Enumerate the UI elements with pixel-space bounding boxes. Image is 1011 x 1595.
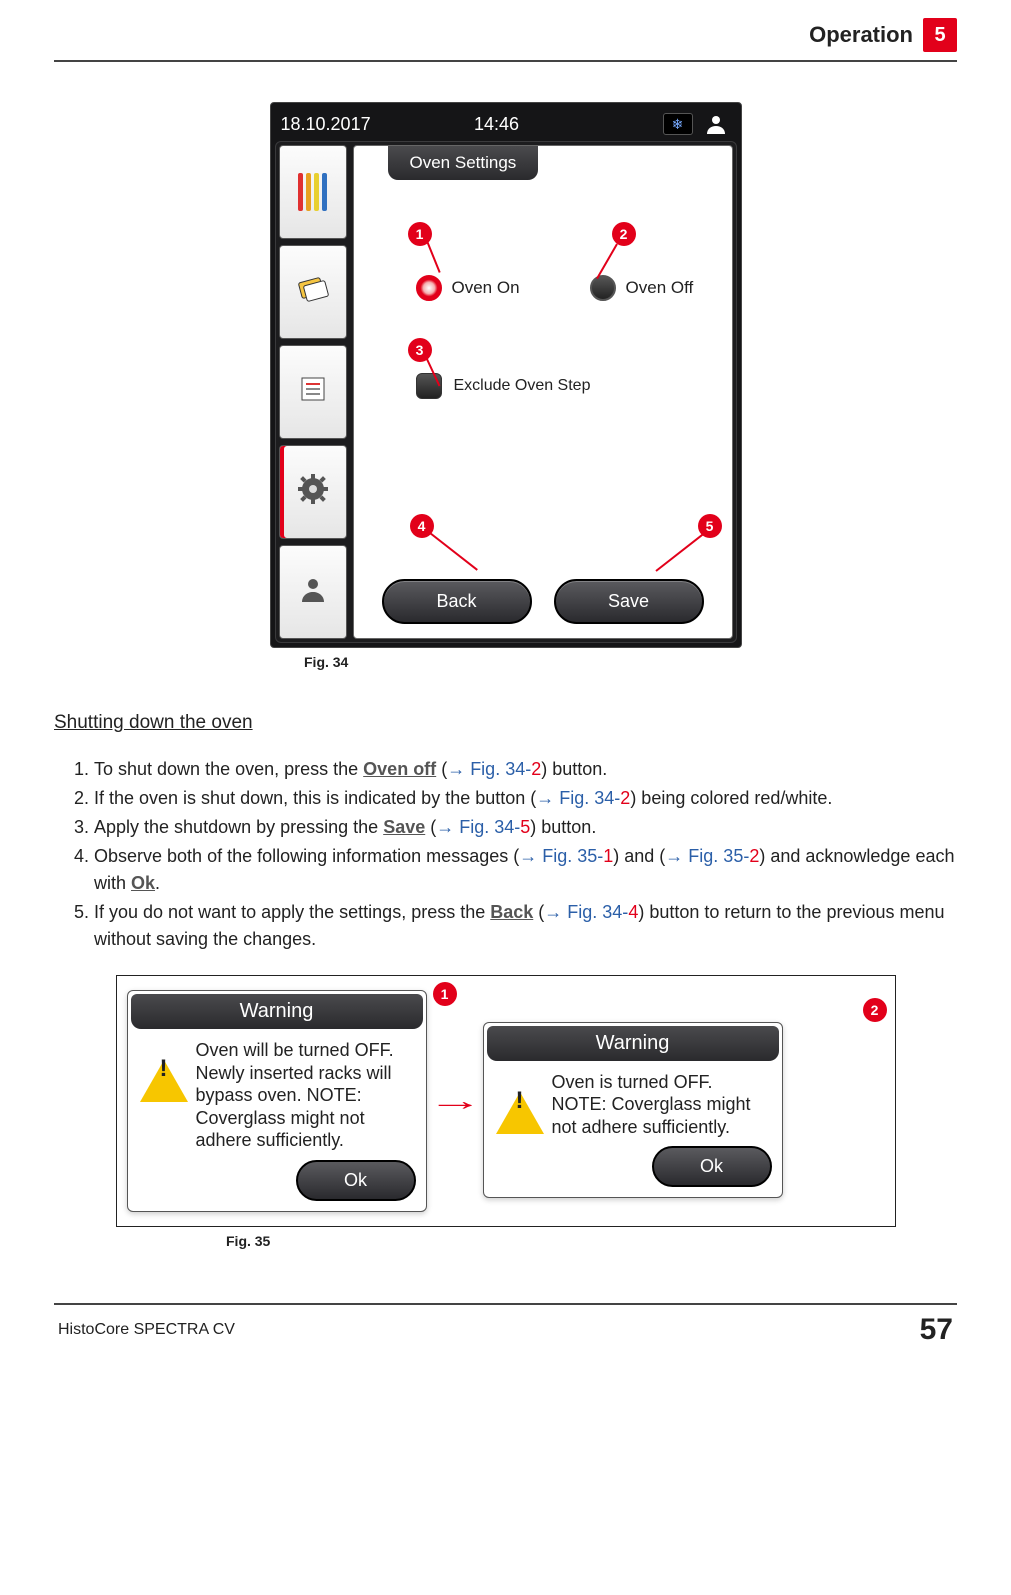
nav-user[interactable]: [279, 545, 347, 639]
step-5: If you do not want to apply the settings…: [94, 899, 957, 953]
oven-off-radio[interactable]: [590, 275, 616, 301]
gear-icon: [298, 474, 328, 511]
callout-line-5: [655, 533, 704, 572]
ok-ref: Ok: [131, 873, 155, 893]
warn-callout-2: 2: [863, 998, 887, 1022]
save-button[interactable]: Save: [554, 579, 704, 624]
fig34-caption: Fig. 34: [304, 654, 957, 670]
warnings-figure: 1 2 Warning Oven will be turned OFF. New…: [116, 975, 896, 1227]
section-title: Shutting down the oven: [54, 712, 957, 734]
footer-product: HistoCore SPECTRA CV: [58, 1321, 235, 1339]
callout-3: 3: [408, 338, 432, 362]
step-1: To shut down the oven, press the Oven of…: [94, 756, 957, 783]
nav-slides[interactable]: [279, 245, 347, 339]
back-ref: Back: [490, 902, 533, 922]
side-nav: [276, 142, 350, 642]
defrost-icon: ❄: [663, 113, 693, 135]
ok-button-2[interactable]: Ok: [652, 1146, 772, 1187]
ovenoff-ref: Oven off: [363, 759, 436, 779]
warning-title-1: Warning: [131, 994, 423, 1029]
warning-box-1: Warning Oven will be turned OFF. Newly i…: [127, 990, 427, 1212]
nav-settings[interactable]: [279, 445, 347, 539]
oven-on-radio[interactable]: [416, 275, 442, 301]
footer-page-number: 57: [920, 1313, 953, 1347]
oven-settings-panel: Oven Settings 1 2 3 4 5 O: [353, 145, 733, 639]
warning-text-2: Oven is turned OFF. NOTE: Coverglass mig…: [552, 1071, 770, 1139]
save-ref: Save: [383, 817, 425, 837]
user-nav-icon: [299, 576, 327, 609]
callout-4: 4: [410, 514, 434, 538]
slide-icon: [296, 272, 330, 313]
header-rule: [54, 60, 957, 62]
callout-line-2: [596, 244, 618, 280]
oven-off-label: Oven Off: [626, 278, 694, 298]
warning-text-1: Oven will be turned OFF. Newly inserted …: [196, 1039, 414, 1152]
color-bars-icon: [298, 173, 327, 211]
step-2: If the oven is shut down, this is indica…: [94, 785, 957, 812]
step-4: Observe both of the following informatio…: [94, 843, 957, 897]
panel-title: Oven Settings: [388, 146, 539, 180]
step-3: Apply the shutdown by pressing the Save …: [94, 814, 957, 841]
callout-line-4: [429, 532, 478, 571]
status-time: 14:46: [341, 114, 653, 135]
ok-button-1[interactable]: Ok: [296, 1160, 416, 1201]
device-frame: 18.10.2017 14:46 ❄: [270, 102, 742, 648]
list-icon: [299, 375, 327, 410]
arrow-right-icon: →: [427, 1085, 483, 1117]
callout-line-1: [426, 241, 441, 273]
nav-consumables[interactable]: [279, 145, 347, 239]
footer-rule: [54, 1303, 957, 1305]
user-icon: [701, 113, 731, 135]
header-section-title: Operation: [809, 22, 913, 48]
callout-1: 1: [408, 222, 432, 246]
status-bar: 18.10.2017 14:46 ❄: [275, 107, 737, 141]
exclude-oven-label: Exclude Oven Step: [454, 377, 591, 395]
warning-icon: [496, 1071, 544, 1119]
fig35-caption: Fig. 35: [226, 1233, 957, 1249]
oven-on-label: Oven On: [452, 278, 520, 298]
instruction-list: To shut down the oven, press the Oven of…: [94, 756, 957, 953]
warn-callout-1: 1: [433, 982, 457, 1006]
warning-icon: [140, 1039, 188, 1087]
nav-list[interactable]: [279, 345, 347, 439]
callout-5: 5: [698, 514, 722, 538]
callout-2: 2: [612, 222, 636, 246]
warning-title-2: Warning: [487, 1026, 779, 1061]
header-chapter-badge: 5: [923, 18, 957, 52]
warning-box-2: Warning Oven is turned OFF. NOTE: Coverg…: [483, 1022, 783, 1199]
back-button[interactable]: Back: [382, 579, 532, 624]
